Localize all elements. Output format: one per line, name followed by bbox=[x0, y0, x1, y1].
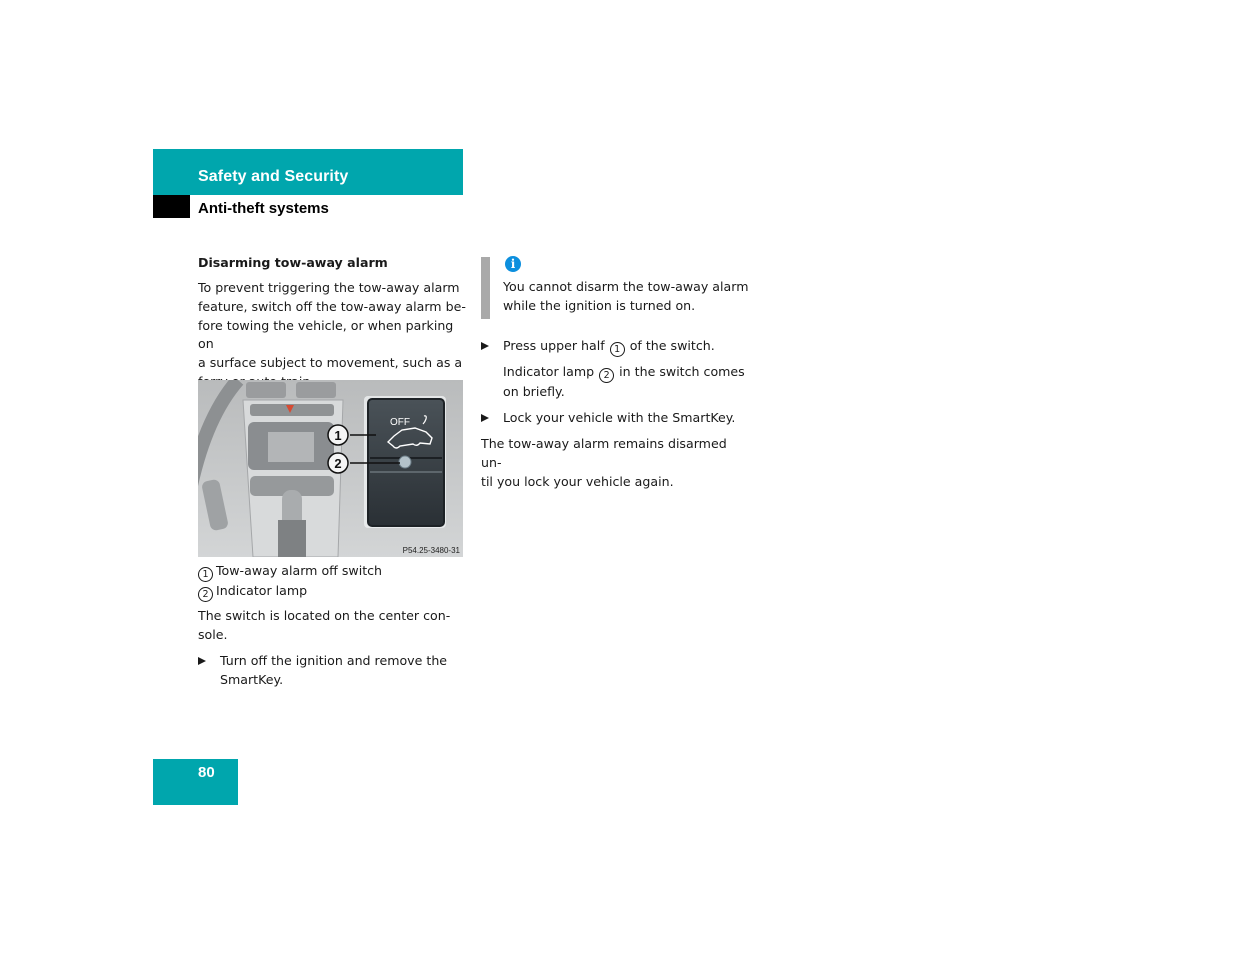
text-line: The switch is located on the center con- bbox=[198, 608, 451, 623]
bullet-arrow-icon bbox=[481, 342, 489, 350]
switch-off-label: OFF bbox=[390, 417, 410, 428]
text-line: SmartKey. bbox=[220, 671, 284, 687]
text-span: in the switch comes bbox=[619, 364, 745, 379]
callout-number: 2 bbox=[198, 587, 213, 602]
step-turn-off-ignition: Turn off the ignition and remove the Sma… bbox=[198, 652, 466, 690]
text-span: of the switch. bbox=[629, 338, 715, 353]
text-line: Turn off the ignition and remove the bbox=[220, 653, 448, 668]
text-span: Press upper half bbox=[503, 338, 605, 353]
bullet-item: Turn off the ignition and remove the Sma… bbox=[198, 652, 466, 690]
bullet-item: Press upper half 1 of the switch. bbox=[481, 337, 751, 357]
bullet-arrow-icon bbox=[481, 414, 489, 422]
text-line: You cannot disarm the tow-away alarm bbox=[503, 279, 749, 294]
text-line: To prevent triggering the tow-away alarm bbox=[198, 280, 460, 295]
text-line: Indicator lamp 2 in the switch comes bbox=[503, 363, 753, 383]
step-press-switch: Press upper half 1 of the switch. bbox=[481, 337, 751, 357]
info-note: You cannot disarm the tow-away alarm whi… bbox=[503, 278, 753, 316]
info-icon: i bbox=[505, 256, 521, 272]
callout-number: 1 bbox=[198, 567, 213, 582]
text-line: sole. bbox=[198, 626, 228, 642]
figure-code: P54.25-3480-31 bbox=[403, 546, 461, 555]
text-line: feature, switch off the tow-away alarm b… bbox=[198, 298, 466, 314]
text-span: Indicator lamp bbox=[503, 364, 595, 379]
air-vent-left bbox=[246, 382, 286, 398]
indicator-lamp bbox=[398, 455, 412, 469]
text-line: on briefly. bbox=[503, 384, 565, 399]
text-line: The tow-away alarm remains disarmed un- bbox=[481, 436, 727, 470]
radio-display bbox=[268, 432, 314, 462]
console-illustration: OFF 1 2 P54.25-3480-31 bbox=[198, 380, 463, 557]
intro-paragraph: To prevent triggering the tow-away alarm… bbox=[198, 279, 466, 392]
air-vent-right bbox=[296, 382, 336, 398]
svg-text:1: 1 bbox=[334, 428, 341, 443]
text-line: while the ignition is turned on. bbox=[503, 297, 696, 313]
console-figure: OFF 1 2 P54.25-3480-31 bbox=[198, 380, 463, 557]
subsection-marker bbox=[153, 195, 190, 218]
topic-heading: Disarming tow-away alarm bbox=[198, 255, 388, 270]
legend-text: Tow-away alarm off switch bbox=[216, 563, 383, 578]
callout-number: 2 bbox=[599, 368, 615, 383]
legend-text: Indicator lamp bbox=[216, 583, 308, 598]
info-sidebar-bar bbox=[481, 257, 490, 319]
closing-paragraph: The tow-away alarm remains disarmed un- … bbox=[481, 435, 751, 491]
step-press-note: Indicator lamp 2 in the switch comes on … bbox=[503, 363, 753, 402]
location-paragraph: The switch is located on the center con-… bbox=[198, 607, 466, 645]
bullet-arrow-icon bbox=[198, 657, 206, 665]
callout-number: 1 bbox=[609, 342, 625, 357]
text-line: til you lock your vehicle again. bbox=[481, 473, 674, 489]
page-number: 80 bbox=[198, 764, 215, 781]
subsection-title: Anti-theft systems bbox=[198, 200, 329, 217]
text-line: a surface subject to movement, such as a bbox=[198, 355, 463, 371]
bullet-item: Lock your vehicle with the SmartKey. bbox=[481, 409, 751, 428]
text-span: Lock your vehicle with the SmartKey. bbox=[503, 410, 736, 425]
step-lock-vehicle: Lock your vehicle with the SmartKey. bbox=[481, 409, 751, 428]
figure-legend: 1 Tow-away alarm off switch 2 Indicator la… bbox=[198, 562, 466, 602]
svg-text:2: 2 bbox=[334, 456, 341, 471]
legend-item: 1 Tow-away alarm off switch bbox=[198, 562, 466, 582]
page-number-box bbox=[153, 759, 238, 805]
text-line: fore towing the vehicle, or when parking… bbox=[198, 317, 454, 352]
section-title: Safety and Security bbox=[198, 168, 349, 185]
legend-item: 2 Indicator lamp bbox=[198, 582, 466, 602]
